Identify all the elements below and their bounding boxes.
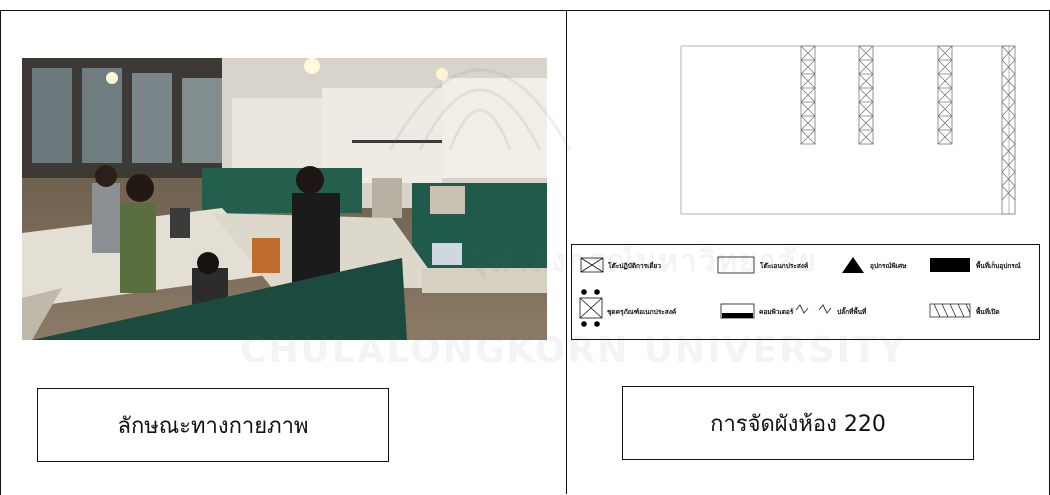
multi-desk-symbol — [717, 256, 755, 274]
legend-computer: คอมพิวเตอร์ — [759, 308, 794, 316]
floor-plan — [680, 45, 1016, 215]
caption-room-layout: การจัดผังห้อง 220 — [622, 386, 974, 460]
multi-purpose-set-symbol — [579, 289, 603, 327]
column-divider — [566, 10, 567, 494]
computer-symbol — [720, 303, 755, 319]
studio-photo — [22, 58, 547, 340]
open-area-symbol — [929, 303, 971, 318]
legend-open-area: พื้นที่เปิด — [976, 308, 1000, 316]
single-desk-symbol — [580, 257, 604, 273]
special-equipment-symbol — [842, 257, 864, 273]
legend-multi-desk: โต๊ะเอนกประสงค์ — [760, 262, 809, 270]
floor-outlet-symbol — [795, 304, 832, 314]
legend-special-equipment: อุปกรณ์พิเศษ — [870, 262, 907, 270]
legend-floor-outlet: ปลั๊กที่พื้นที่ — [837, 308, 867, 316]
legend-equipment-storage: พื้นที่เก็บอุปกรณ์ — [976, 262, 1021, 270]
equipment-storage-symbol — [930, 258, 970, 272]
caption-physical-characteristics: ลักษณะทางกายภาพ — [37, 388, 389, 462]
legend-multi-purpose-set: ชุดครุภัณฑ์อเนกประสงค์ — [607, 308, 677, 316]
legend-single-desk: โต๊ะปฏิบัติการเดี่ยว — [608, 262, 662, 270]
floor-plan-legend: โต๊ะปฏิบัติการเดี่ยว โต๊ะเอนกประสงค์ อุป… — [571, 244, 1040, 340]
